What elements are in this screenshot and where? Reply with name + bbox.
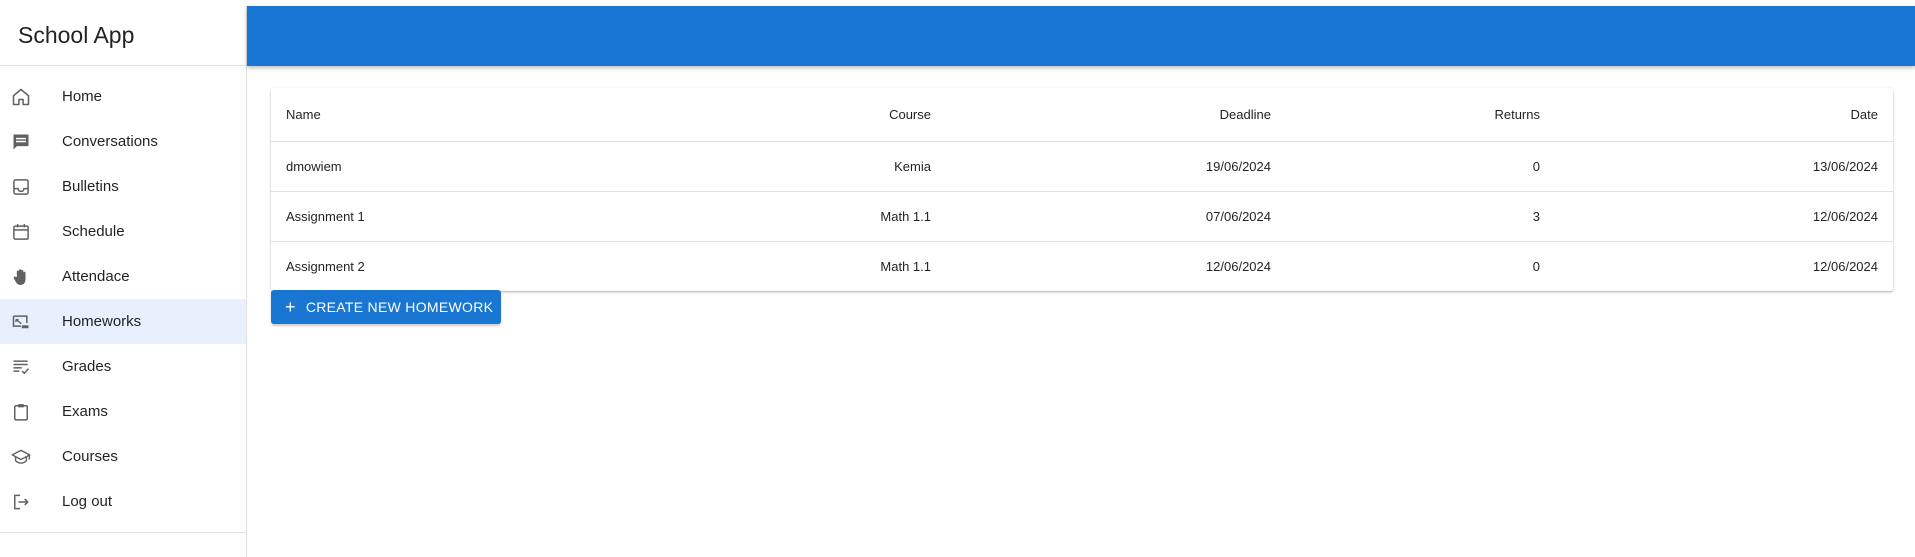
create-new-homework-button[interactable]: + CREATE NEW HOMEWORK — [271, 290, 501, 324]
table-header-row: Name Course Deadline Returns Date — [271, 88, 1893, 141]
app-root: School App Home Conversations Bulletins — [0, 0, 1915, 557]
cell-deadline: 12/06/2024 — [1205, 258, 1271, 274]
homework-table-card: Name Course Deadline Returns Date dmowie… — [271, 88, 1893, 291]
cell-name: Assignment 2 — [286, 258, 365, 274]
sidebar-item-homeworks[interactable]: Homeworks — [0, 299, 246, 344]
inbox-icon — [0, 177, 62, 197]
column-header-name: Name — [286, 106, 321, 122]
clipboard-icon — [0, 402, 62, 422]
column-header-date: Date — [1850, 106, 1878, 122]
sidebar-item-label: Attendace — [62, 268, 130, 285]
sidebar-item-bulletins[interactable]: Bulletins — [0, 164, 246, 209]
sidebar-item-label: Exams — [62, 403, 108, 420]
cell-date: 12/06/2024 — [1812, 208, 1878, 224]
column-header-course: Course — [889, 106, 931, 122]
cell-deadline: 19/06/2024 — [1205, 158, 1271, 174]
sidebar-item-label: Courses — [62, 448, 118, 465]
sidebar-item-label: Conversations — [62, 133, 158, 150]
sidebar-item-label: Bulletins — [62, 178, 119, 195]
homework-icon — [0, 312, 62, 332]
calendar-icon — [0, 222, 62, 242]
cell-returns: 0 — [1532, 158, 1540, 174]
cell-date: 12/06/2024 — [1812, 258, 1878, 274]
grades-list-icon — [0, 357, 62, 377]
sidebar-nav: Home Conversations Bulletins Schedule At… — [0, 66, 246, 524]
cell-name: dmowiem — [286, 158, 342, 174]
cell-course: Math 1.1 — [880, 258, 931, 274]
sidebar-item-label: Grades — [62, 358, 112, 375]
sidebar-item-conversations[interactable]: Conversations — [0, 119, 246, 164]
cell-course: Math 1.1 — [880, 208, 931, 224]
sidebar-item-courses[interactable]: Courses — [0, 434, 246, 479]
graduation-cap-icon — [0, 447, 62, 467]
app-title: School App — [0, 6, 246, 66]
create-button-label: CREATE NEW HOMEWORK — [305, 299, 494, 315]
sidebar-item-label: Homeworks — [62, 313, 142, 330]
logout-icon — [0, 492, 62, 512]
home-icon — [0, 87, 62, 107]
table-row[interactable]: Assignment 2 Math 1.1 12/06/2024 0 12/06… — [271, 241, 1893, 291]
table-row[interactable]: dmowiem Kemia 19/06/2024 0 13/06/2024 — [271, 141, 1893, 191]
cell-date: 13/06/2024 — [1812, 158, 1878, 174]
main-content: Name Course Deadline Returns Date dmowie… — [271, 88, 1893, 324]
sidebar-divider — [0, 532, 247, 533]
hand-icon — [0, 267, 62, 287]
column-header-returns: Returns — [1494, 106, 1540, 122]
column-header-deadline: Deadline — [1219, 106, 1271, 122]
chat-icon — [0, 132, 62, 152]
sidebar: School App Home Conversations Bulletins — [0, 6, 247, 557]
cell-course: Kemia — [894, 158, 931, 174]
sidebar-item-logout[interactable]: Log out — [0, 479, 246, 524]
cell-name: Assignment 1 — [286, 208, 365, 224]
sidebar-item-home[interactable]: Home — [0, 74, 246, 119]
cell-returns: 3 — [1532, 208, 1540, 224]
sidebar-item-label: Log out — [62, 493, 113, 510]
sidebar-item-label: Schedule — [62, 223, 125, 240]
table-row[interactable]: Assignment 1 Math 1.1 07/06/2024 3 12/06… — [271, 191, 1893, 241]
sidebar-item-label: Home — [62, 88, 103, 105]
cell-returns: 0 — [1532, 258, 1540, 274]
cell-deadline: 07/06/2024 — [1205, 208, 1271, 224]
homework-table: Name Course Deadline Returns Date dmowie… — [271, 88, 1893, 291]
plus-icon: + — [285, 297, 296, 317]
sidebar-item-grades[interactable]: Grades — [0, 344, 246, 389]
sidebar-item-exams[interactable]: Exams — [0, 389, 246, 434]
sidebar-item-schedule[interactable]: Schedule — [0, 209, 246, 254]
sidebar-item-attendace[interactable]: Attendace — [0, 254, 246, 299]
app-bar — [247, 6, 1915, 66]
